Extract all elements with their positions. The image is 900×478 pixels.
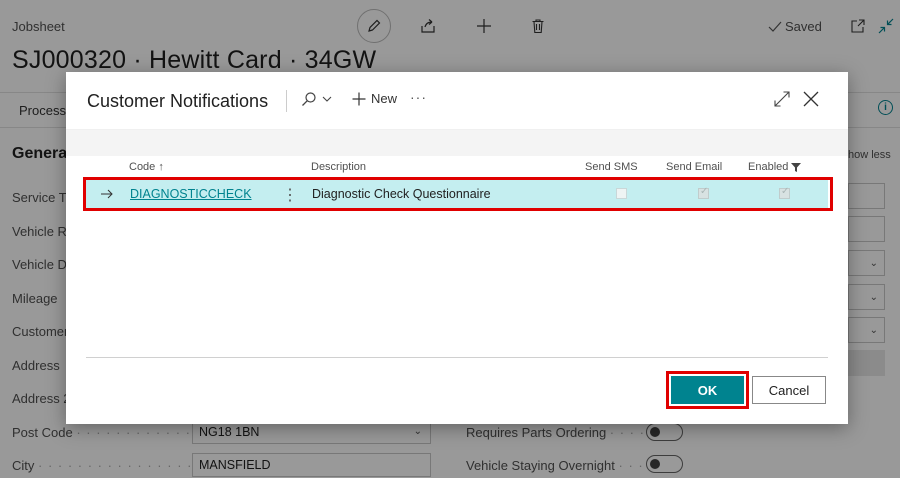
- search-icon: [302, 92, 316, 106]
- column-header-send-sms[interactable]: Send SMS: [585, 161, 638, 173]
- new-button-label: New: [371, 91, 398, 106]
- header-divider: [286, 90, 287, 112]
- new-button[interactable]: New: [352, 91, 397, 106]
- notifications-grid: [66, 130, 848, 366]
- column-header-description[interactable]: Description: [311, 161, 366, 173]
- dialog-header: Customer Notifications New ···: [66, 72, 848, 130]
- close-icon: [803, 91, 819, 107]
- expand-icon: [774, 91, 790, 107]
- more-options-button[interactable]: ···: [410, 89, 427, 105]
- expand-button[interactable]: [774, 91, 790, 112]
- column-header-enabled[interactable]: Enabled: [748, 161, 802, 173]
- filter-icon: [791, 162, 802, 172]
- plus-icon: [352, 92, 366, 105]
- sort-ascending-icon: ↑: [158, 161, 164, 173]
- search-button[interactable]: [301, 91, 332, 107]
- row-highlight-annotation: [83, 177, 833, 211]
- ok-highlight-annotation: [666, 371, 749, 409]
- close-button[interactable]: [802, 90, 820, 113]
- cancel-button[interactable]: Cancel: [752, 376, 826, 404]
- chevron-down-icon: [322, 96, 332, 102]
- customer-notifications-dialog: Customer Notifications New ··· Code ↑ De…: [66, 72, 848, 424]
- dialog-title: Customer Notifications: [87, 91, 269, 111]
- column-header-code[interactable]: Code ↑: [129, 161, 164, 173]
- grid-top-band: [66, 130, 848, 156]
- grid-bottom-divider: [86, 357, 828, 358]
- column-header-send-email[interactable]: Send Email: [666, 161, 722, 173]
